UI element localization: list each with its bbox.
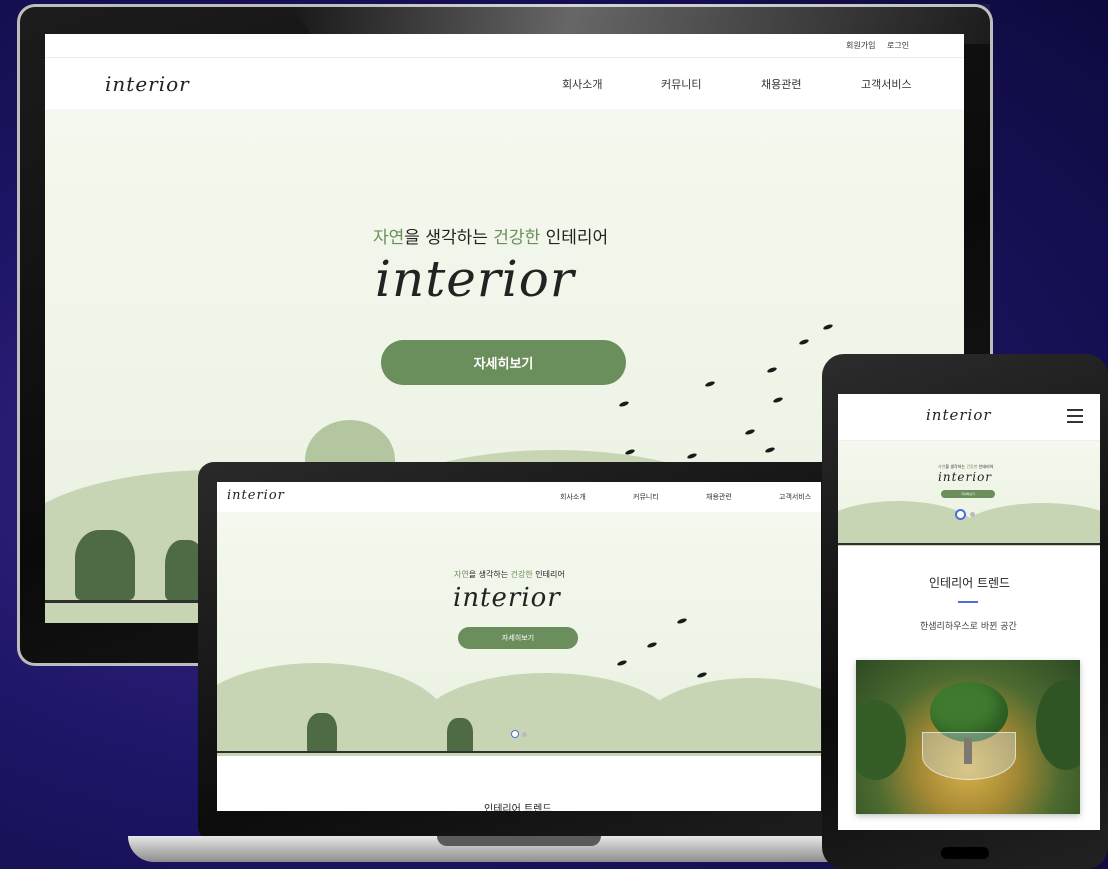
ground-line — [838, 543, 1100, 545]
tablet-section-subtitle: 한샘리하우스로 바뀐 공간 — [920, 622, 1017, 632]
laptop-tagline-healthy: 건강한 — [510, 570, 533, 579]
laptop-logo[interactable]: interior — [227, 488, 285, 503]
shrub — [75, 530, 135, 600]
hamburger-icon[interactable] — [1067, 408, 1083, 424]
laptop-hero: 자연을 생각하는 건강한 인테리어 interior 자세히보기 — [217, 513, 821, 756]
section-title-underline — [958, 601, 978, 603]
bird — [646, 641, 658, 649]
nav-community[interactable]: 커뮤니티 — [661, 76, 701, 92]
slider-dot-active[interactable] — [511, 730, 519, 738]
bird — [618, 400, 630, 408]
nav-customer-service[interactable]: 고객서비스 — [861, 76, 912, 92]
tablet-hero: 자연을 생각하는 건강한 인테리어 interior 자세히보기 — [838, 441, 1100, 546]
tablet-screen: interior 자연을 생각하는 건강한 인테리어 interior 자세히보… — [838, 394, 1100, 830]
site-logo[interactable]: interior — [105, 72, 190, 96]
bird — [766, 366, 778, 374]
tablet-tagline-healthy: 건강한 — [966, 464, 978, 469]
tablet-slider-dot[interactable] — [970, 512, 975, 517]
laptop-header: interior 회사소개 커뮤니티 채용관련 고객서비스 — [217, 482, 821, 512]
shrub — [307, 713, 337, 753]
tablet-logo[interactable]: interior — [926, 406, 992, 424]
shrub — [447, 718, 473, 753]
laptop-tagline-interior: 인테리어 — [532, 570, 565, 579]
laptop-nav-community[interactable]: 커뮤니티 — [633, 492, 659, 502]
hero-title: interior — [375, 250, 575, 308]
tablet-section-title: 인테리어 트렌드 — [929, 576, 1011, 590]
laptop-hero-title: interior — [453, 583, 561, 613]
tagline-nature: 자연 — [373, 228, 405, 248]
tablet-home-button[interactable] — [941, 847, 989, 859]
tablet-tagline-think: 을 생각하는 — [945, 464, 967, 469]
laptop-section-title: 인테리어 트렌드 — [484, 804, 552, 811]
hill — [958, 503, 1100, 546]
bird — [686, 452, 698, 460]
hero-cta-button[interactable]: 자세히보기 — [381, 340, 626, 385]
laptop-tagline-nature: 자연 — [454, 570, 469, 579]
bird — [616, 659, 628, 667]
tablet-tagline-interior: 인테리어 — [977, 464, 994, 469]
tablet-slider-dot-active[interactable] — [955, 509, 966, 520]
ground-line — [217, 751, 821, 753]
tagline-healthy: 건강한 — [493, 228, 541, 248]
laptop-screen: interior 회사소개 커뮤니티 채용관련 고객서비스 자연을 생각하는 건… — [217, 482, 821, 811]
hill — [838, 501, 978, 546]
foliage-left — [856, 700, 906, 780]
tagline-think: 을 생각하는 — [404, 228, 494, 248]
bird — [772, 396, 784, 404]
tablet-header: interior — [838, 394, 1100, 441]
site-header: interior 회사소개 커뮤니티 채용관련 고객서비스 — [45, 58, 964, 109]
signup-link[interactable]: 회원가입 — [846, 40, 875, 51]
glass-sphere — [922, 732, 1016, 780]
hill — [637, 678, 821, 756]
tagline-interior: 인테리어 — [540, 228, 609, 248]
bird — [798, 338, 810, 346]
nav-company[interactable]: 회사소개 — [562, 76, 602, 92]
bird — [764, 446, 776, 454]
tablet-hero-cta-button[interactable]: 자세히보기 — [941, 490, 995, 498]
laptop-hero-cta-button[interactable]: 자세히보기 — [458, 627, 578, 649]
bird — [696, 671, 708, 679]
bird — [704, 380, 716, 388]
trend-image[interactable] — [856, 660, 1080, 814]
foliage-right — [1036, 680, 1080, 770]
laptop-tagline-think: 을 생각하는 — [468, 570, 511, 579]
tablet-hero-title: interior — [938, 470, 993, 484]
login-link[interactable]: 로그인 — [887, 40, 909, 51]
laptop-notch — [437, 836, 601, 846]
top-util-bar: 회원가입 로그인 — [45, 34, 964, 58]
laptop-nav-customer-service[interactable]: 고객서비스 — [779, 492, 811, 502]
slider-dot[interactable] — [522, 732, 527, 737]
laptop-hero-tagline: 자연을 생각하는 건강한 인테리어 — [454, 569, 565, 580]
nav-careers[interactable]: 채용관련 — [761, 76, 801, 92]
laptop-nav-company[interactable]: 회사소개 — [560, 492, 586, 502]
laptop-nav-careers[interactable]: 채용관련 — [706, 492, 732, 502]
bird — [744, 428, 756, 436]
hero-tagline: 자연을 생각하는 건강한 인테리어 — [373, 223, 608, 248]
bird — [676, 617, 688, 625]
bird — [822, 323, 834, 331]
